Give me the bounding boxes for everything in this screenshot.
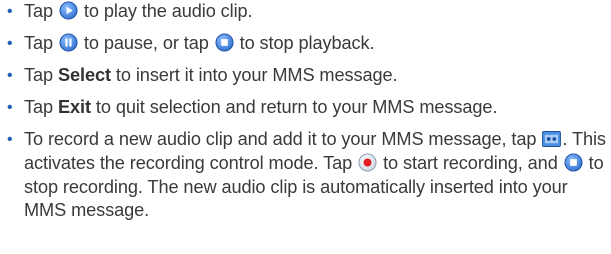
play-circle-icon [59, 1, 78, 20]
stop-circle-icon [215, 33, 234, 52]
bullet: • [7, 98, 13, 116]
list-item: • Tap Select to insert it into your MMS … [0, 64, 611, 88]
record-circle-icon [358, 153, 377, 172]
bullet: • [7, 130, 13, 148]
exit-keyword: Exit [57, 96, 91, 117]
select-keyword: Select [57, 64, 111, 85]
list-item: • Tap to play the audio clip. [0, 0, 611, 24]
record-mode-icon [542, 130, 562, 147]
pause-circle-icon [59, 33, 78, 52]
bullet: • [7, 3, 13, 20]
bullet: • [7, 66, 13, 84]
stop-circle-icon [564, 153, 583, 172]
instruction-list: • Tap to play the audio clip. • Tap to p… [0, 0, 611, 223]
list-item: • To record a new audio clip and add it … [7, 128, 606, 221]
bullet: • [7, 34, 13, 52]
list-item: • Tap to pause, or tap to stop playback. [0, 32, 611, 56]
list-item: • Tap Exit to quit selection and return … [0, 96, 611, 120]
